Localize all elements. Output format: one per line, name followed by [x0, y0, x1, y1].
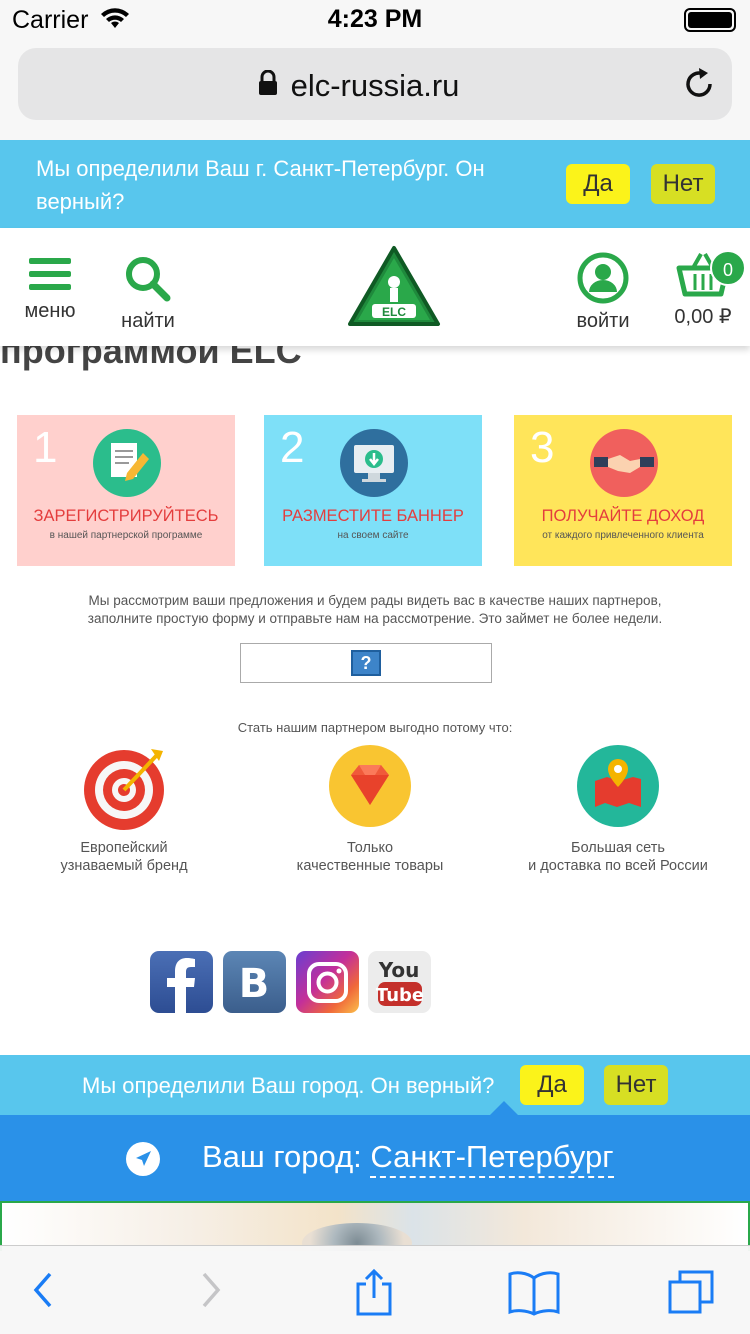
logo-text: ELC	[382, 305, 406, 319]
benefit-line: и доставка по всей России	[528, 858, 708, 874]
menu-label: меню	[24, 300, 76, 322]
hamburger-icon	[16, 258, 84, 290]
city-selector[interactable]: Ваш город: Санкт-Петербург	[0, 1101, 750, 1201]
bookmarks-icon[interactable]	[506, 1268, 562, 1321]
city-popup-yes-button[interactable]: Да	[520, 1065, 584, 1105]
map-pin-icon	[577, 745, 659, 827]
location-arrow-icon	[126, 1142, 160, 1176]
city-confirm-text: Мы определили Ваш г. Санкт-Петербург. Он…	[36, 156, 485, 214]
site-header: меню найти ELC войти 0 0,00 ₽	[0, 228, 750, 346]
embedded-widget[interactable]: ?	[240, 643, 492, 683]
forward-icon[interactable]	[196, 1268, 226, 1317]
benefits-title: Стать нашим партнером выгодно потому что…	[237, 720, 513, 735]
step-subtitle: от каждого привлеченного клиента	[542, 530, 704, 541]
benefit-line: Большая сеть	[571, 840, 665, 856]
promo-banner-image[interactable]	[0, 1201, 750, 1251]
svg-text:Tube: Tube	[376, 985, 424, 1006]
reload-icon[interactable]	[682, 66, 716, 107]
back-icon[interactable]	[28, 1268, 58, 1317]
address-bar[interactable]: elc-russia.ru	[18, 48, 732, 120]
popup-pointer	[490, 1101, 518, 1115]
svg-text:B: B	[239, 961, 270, 1007]
step-card-banner: 2 РАЗМЕСТИТЕ БАННЕР на своем сайте	[264, 415, 482, 566]
partner-intro-line-2: заполните простую форму и отправьте нам …	[87, 611, 663, 626]
login-label: войти	[576, 310, 630, 332]
facebook-icon[interactable]	[150, 951, 213, 1013]
cart-count-badge: 0	[710, 250, 746, 286]
step-title: ЗАРЕГИСТРИРУЙТЕСЬ	[33, 507, 219, 525]
tabs-icon[interactable]	[666, 1268, 718, 1321]
step-number: 3	[530, 423, 555, 472]
handshake-icon	[590, 429, 658, 497]
elc-logo[interactable]: ELC	[346, 244, 442, 337]
step-title: РАЗМЕСТИТЕ БАННЕР	[282, 507, 464, 525]
step-title: ПОЛУЧАЙТЕ ДОХОД	[541, 507, 705, 525]
search-label: найти	[121, 310, 175, 332]
status-bar: Carrier 4:23 PM	[0, 0, 750, 40]
youtube-icon[interactable]: You Tube	[368, 951, 431, 1013]
city-popup-no-button[interactable]: Нет	[604, 1065, 668, 1105]
target-icon	[83, 745, 165, 830]
clock: 4:23 PM	[327, 5, 423, 33]
current-city-link[interactable]: Санкт-Петербург	[370, 1139, 614, 1178]
document-pencil-icon	[93, 429, 161, 497]
step-card-income: 3 ПОЛУЧАЙТЕ ДОХОД от каждого привлеченно…	[514, 415, 732, 566]
benefit-line: узнаваемый бренд	[60, 858, 188, 874]
browser-chrome: elc-russia.ru	[0, 40, 750, 140]
benefit-delivery: Большая сеть и доставка по всей России	[498, 745, 738, 875]
url-text: elc-russia.ru	[290, 68, 460, 103]
share-icon[interactable]	[352, 1268, 396, 1323]
step-subtitle: в нашей партнерской программе	[49, 530, 203, 541]
menu-button[interactable]: меню	[16, 258, 84, 323]
browser-toolbar	[0, 1245, 750, 1334]
step-number: 2	[280, 423, 305, 472]
benefit-quality: Только качественные товары	[250, 745, 490, 875]
monitor-download-icon	[340, 429, 408, 497]
login-button[interactable]: войти	[566, 252, 640, 333]
partner-intro-line-1: Мы рассмотрим ваши предложения и будем р…	[88, 593, 662, 608]
instagram-icon[interactable]	[296, 951, 359, 1013]
city-label-prefix: Ваш город:	[202, 1139, 362, 1174]
partner-intro-text: Мы рассмотрим ваши предложения и будем р…	[0, 592, 750, 628]
user-icon	[577, 252, 629, 309]
benefit-line: качественные товары	[296, 858, 444, 874]
vkontakte-icon[interactable]: B	[223, 951, 286, 1013]
city-confirm-banner: Мы определили Ваш г. Санкт-Петербург. Он…	[0, 140, 750, 228]
step-number: 1	[33, 423, 58, 472]
benefit-brand: Европейский узнаваемый бренд	[4, 745, 244, 875]
city-confirm-popup-text: Мы определили Ваш город. Он верный?	[82, 1073, 495, 1098]
city-selector-label: Ваш город: Санкт-Петербург	[202, 1139, 614, 1178]
cart-button[interactable]: 0 0,00 ₽	[666, 250, 746, 329]
gem-icon	[329, 745, 411, 827]
search-button[interactable]: найти	[112, 254, 184, 333]
cart-total: 0,00 ₽	[674, 306, 732, 328]
step-subtitle: на своем сайте	[337, 530, 409, 541]
svg-text:You: You	[378, 958, 420, 982]
search-icon	[123, 257, 173, 309]
battery-icon	[684, 8, 736, 32]
benefit-line: Только	[346, 840, 394, 856]
benefit-line: Европейский	[80, 840, 168, 856]
city-no-button[interactable]: Нет	[651, 164, 715, 204]
city-confirm-popup: Мы определили Ваш город. Он верный? Да Н…	[0, 1055, 750, 1115]
missing-plugin-icon: ?	[351, 650, 381, 676]
step-card-register: 1 ЗАРЕГИСТРИРУЙТЕСЬ в нашей партнерской …	[17, 415, 235, 566]
city-yes-button[interactable]: Да	[566, 164, 630, 204]
